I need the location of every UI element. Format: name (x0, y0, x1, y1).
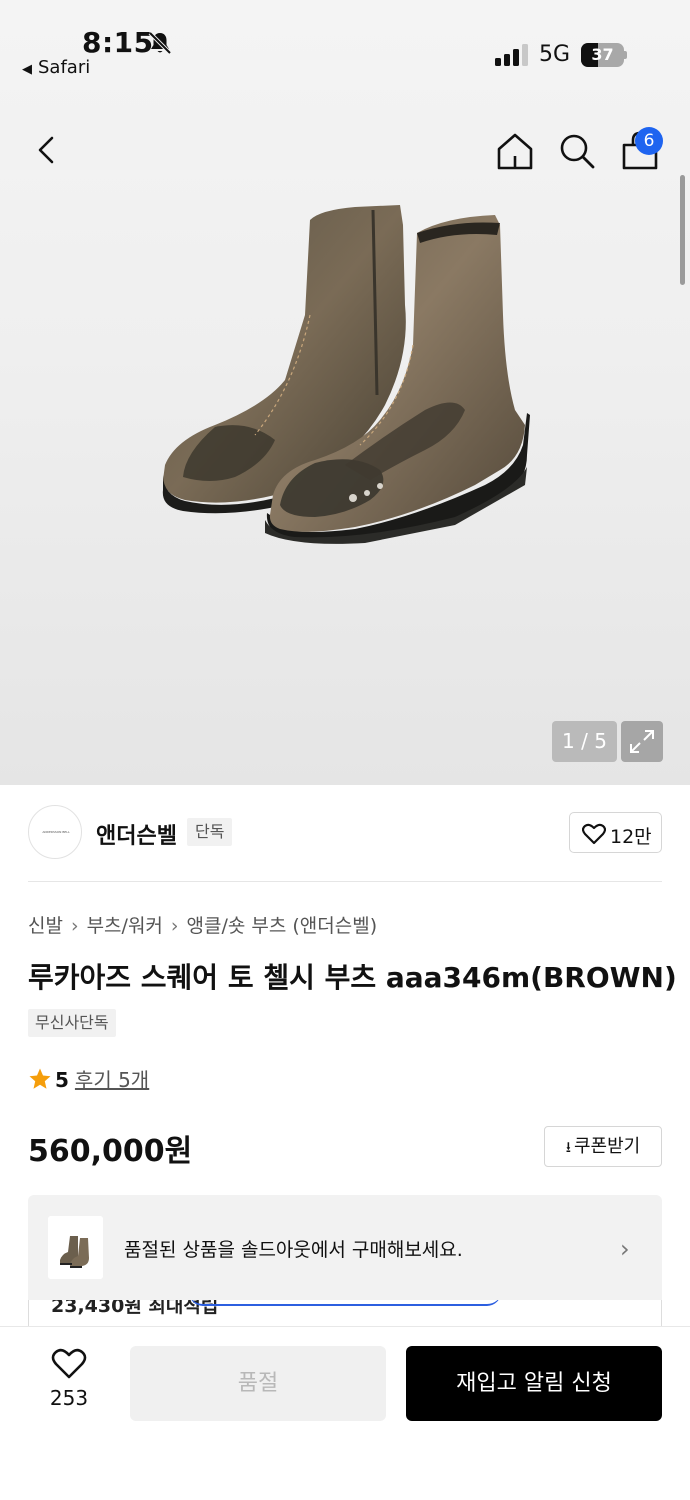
chevron-right-icon: › (70, 915, 79, 937)
soldout-banner[interactable]: 품절된 상품을 솔드아웃에서 구매해보세요. › (28, 1195, 662, 1300)
reward-peek-outline (189, 1300, 501, 1306)
divider (28, 881, 662, 882)
battery-level: 37 (591, 45, 614, 64)
expand-icon[interactable] (621, 721, 663, 762)
review-count-link[interactable]: 후기 5개 (75, 1068, 149, 1092)
breadcrumb-item[interactable]: 신발 (28, 915, 63, 937)
chevron-right-icon: › (620, 1235, 630, 1263)
brand-like-button[interactable]: 12만 (569, 812, 662, 853)
image-counter: 1 / 5 (552, 721, 617, 762)
heart-icon (51, 1348, 87, 1379)
brand-name[interactable]: 앤더슨벨 (96, 818, 177, 850)
coupon-label: 쿠폰받기 (574, 1136, 641, 1157)
product-hero: 8:15 ◀ Safari 5G 37 6 1 / 5 (0, 0, 690, 785)
soldout-button: 품절 (130, 1346, 386, 1421)
brand-logo[interactable]: ANDERSSON BELL (28, 805, 82, 859)
chevron-right-icon: › (170, 915, 179, 937)
wishlist-button[interactable]: 253 (40, 1348, 98, 1418)
product-image[interactable] (155, 195, 535, 555)
search-icon[interactable] (556, 130, 598, 172)
download-icon: ⭳ (565, 1138, 571, 1156)
brand-like-count: 12만 (610, 826, 652, 848)
exclusive-badge: 무신사단독 (28, 1009, 116, 1037)
brand-logo-text: ANDERSSON BELL (42, 830, 70, 834)
coupon-button[interactable]: ⭳ 쿠폰받기 (544, 1126, 662, 1167)
soldout-banner-text: 품절된 상품을 솔드아웃에서 구매해보세요. (124, 1239, 463, 1261)
breadcrumb-item[interactable]: 앵클/숏 부츠 (앤더슨벨) (187, 915, 378, 937)
reward-peek: 23,430원 최대적립 (28, 1300, 662, 1326)
product-price: 560,000원 (28, 1134, 193, 1169)
cart-count-badge: 6 (635, 127, 663, 155)
rating-row: 5 후기 5개 (28, 1064, 149, 1093)
breadcrumb-item[interactable]: 부츠/워커 (87, 915, 163, 937)
network-type: 5G (539, 42, 571, 67)
brand-exclusive-tag: 단독 (187, 818, 233, 846)
wishlist-count: 253 (49, 1386, 89, 1410)
restock-alert-button[interactable]: 재입고 알림 신청 (406, 1346, 662, 1421)
soldout-product-thumbnail (48, 1216, 103, 1279)
status-time: 8:15 (82, 26, 154, 59)
back-triangle-icon: ◀ (22, 62, 32, 77)
home-icon[interactable] (494, 130, 536, 172)
battery-icon: 37 (581, 43, 627, 67)
back-chevron-icon[interactable] (30, 130, 66, 170)
rating-score: 5 (55, 1068, 69, 1092)
heart-icon (582, 823, 606, 845)
scrollbar[interactable] (680, 175, 685, 285)
product-title: 루카아즈 스퀘어 토 첼시 부츠 aaa346m(BROWN) (28, 961, 677, 994)
breadcrumb: 신발 › 부츠/워커 › 앵클/숏 부츠 (앤더슨벨) (28, 911, 377, 938)
star-icon (29, 1068, 51, 1089)
signal-icon (495, 44, 529, 66)
back-app-label: Safari (38, 57, 91, 78)
bell-slash-icon (148, 31, 172, 55)
back-to-safari[interactable]: ◀ Safari (22, 57, 90, 78)
